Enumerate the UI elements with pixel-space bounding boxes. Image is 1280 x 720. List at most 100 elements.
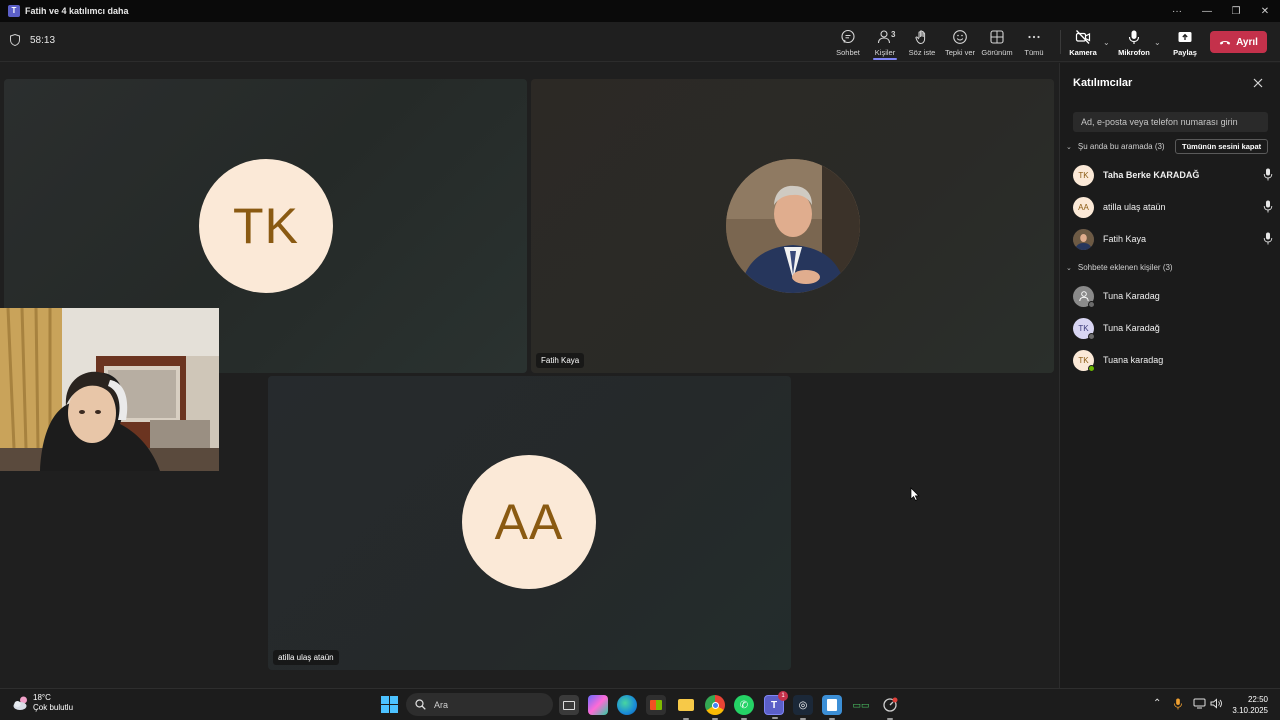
teams-icon[interactable]: T 1 bbox=[764, 691, 788, 719]
weather-desc: Çok bulutlu bbox=[33, 703, 74, 712]
microphone-icon bbox=[1128, 30, 1140, 44]
participant-avatar: AA bbox=[1073, 196, 1094, 218]
participant-name-tag: Fatih Kaya bbox=[536, 353, 585, 368]
participant-tile[interactable]: Fatih Kaya bbox=[531, 79, 1054, 373]
restore-button[interactable]: ❐ bbox=[1221, 0, 1251, 22]
participant-row[interactable]: TK Tuna Karadağ bbox=[1073, 316, 1273, 340]
more-options-icon[interactable]: ··· bbox=[1162, 0, 1192, 22]
webcam-image bbox=[0, 308, 219, 471]
participant-row[interactable]: Tuna Karadag bbox=[1073, 284, 1273, 308]
react-button[interactable]: Tepki ver bbox=[940, 26, 980, 60]
self-video-preview[interactable] bbox=[0, 308, 219, 471]
participant-photo-avatar bbox=[1073, 228, 1094, 250]
microphone-tray-icon[interactable] bbox=[1173, 698, 1183, 713]
microphone-icon[interactable] bbox=[1263, 200, 1273, 213]
participant-name-tag: atilla ulaş ataün bbox=[273, 650, 339, 665]
notepad-icon[interactable] bbox=[822, 695, 842, 720]
share-button[interactable]: Paylaş bbox=[1165, 26, 1205, 60]
title-bar: T Fatih ve 4 katılımcı daha ··· — ❐ ✕ bbox=[0, 0, 1280, 22]
show-hidden-icons-chevron-icon[interactable]: ⌃ bbox=[1153, 698, 1161, 709]
mic-button[interactable]: Mikrofon bbox=[1114, 26, 1154, 60]
ellipsis-icon bbox=[1028, 35, 1040, 39]
volume-icon[interactable] bbox=[1210, 698, 1223, 712]
share-screen-icon bbox=[1178, 32, 1192, 42]
grid-view-icon bbox=[990, 30, 1004, 44]
view-button[interactable]: Görünüm bbox=[977, 26, 1017, 60]
windows-start-icon[interactable] bbox=[381, 696, 398, 713]
participant-tile[interactable]: AA atilla ulaş ataün bbox=[268, 376, 791, 670]
minimize-button[interactable]: — bbox=[1192, 0, 1222, 22]
participant-avatar: TK bbox=[199, 159, 333, 293]
mic-label: Mikrofon bbox=[1118, 48, 1150, 57]
window-title: Fatih ve 4 katılımcı daha bbox=[25, 6, 129, 16]
participants-panel: Katılımcılar ⌄ Şu anda bu aramada (3) Tü… bbox=[1059, 63, 1280, 688]
chat-added-section-header[interactable]: ⌄ Sohbete eklenen kişiler (3) bbox=[1066, 263, 1173, 272]
leave-button[interactable]: Ayrıl bbox=[1210, 31, 1267, 53]
clock-date: 3.10.2025 bbox=[1232, 706, 1268, 715]
gauge-icon bbox=[883, 697, 898, 712]
store-icon[interactable] bbox=[646, 695, 666, 715]
notification-badge: 1 bbox=[778, 691, 788, 701]
in-call-section-header[interactable]: ⌄ Şu anda bu aramada (3) bbox=[1066, 142, 1165, 151]
microphone-icon[interactable] bbox=[1263, 168, 1273, 181]
xbox-game-bar-icon[interactable]: ▭▭ bbox=[851, 695, 871, 715]
meeting-toolbar: 58:13 Sohbet 3 Kişiler Söz iste Tepki ve… bbox=[0, 22, 1280, 62]
windows-taskbar: 18°C Çok bulutlu Ara ✆ T 1 ◎ ▭▭ ⌃ 22:50 … bbox=[0, 688, 1280, 720]
clock-time: 22:50 bbox=[1247, 695, 1268, 704]
react-label: Tepki ver bbox=[944, 48, 975, 57]
cloudy-weather-icon bbox=[13, 696, 27, 710]
participant-row[interactable]: AA atilla ulaş ataün bbox=[1073, 195, 1273, 219]
more-button[interactable]: Tümü bbox=[1014, 26, 1054, 60]
people-button[interactable]: 3 Kişiler bbox=[865, 26, 905, 60]
participant-row[interactable]: Fatih Kaya bbox=[1073, 227, 1273, 251]
participant-initials: TK bbox=[1078, 355, 1089, 365]
participant-name: Tuna Karadağ bbox=[1103, 323, 1160, 333]
participant-name: Tuna Karadag bbox=[1103, 291, 1160, 301]
presence-available-icon bbox=[1088, 364, 1095, 372]
participant-name: Tuana karadag bbox=[1103, 355, 1164, 365]
participant-avatar: AA bbox=[462, 455, 596, 589]
mute-all-button[interactable]: Tümünün sesini kapat bbox=[1175, 139, 1269, 154]
participant-initials: TK bbox=[1078, 323, 1089, 333]
network-icon[interactable] bbox=[1193, 698, 1206, 712]
camera-options-chevron-icon[interactable]: ⌄ bbox=[1103, 38, 1110, 47]
shield-icon bbox=[10, 34, 20, 46]
timer-text: 58:13 bbox=[30, 34, 56, 46]
chat-button[interactable]: Sohbet bbox=[828, 26, 868, 60]
raise-hand-button[interactable]: Söz iste bbox=[902, 26, 942, 60]
participant-avatar bbox=[1073, 285, 1095, 308]
chat-added-header-label: Sohbete eklenen kişiler (3) bbox=[1077, 263, 1173, 272]
share-label: Paylaş bbox=[1173, 48, 1197, 57]
file-explorer-icon[interactable] bbox=[676, 695, 696, 720]
task-view-icon[interactable] bbox=[559, 695, 579, 715]
participant-search-input[interactable] bbox=[1073, 112, 1268, 132]
people-count: 3 bbox=[891, 30, 896, 39]
edge-icon[interactable] bbox=[617, 695, 637, 715]
camera-button[interactable]: Kamera bbox=[1063, 26, 1103, 60]
close-icon[interactable] bbox=[1251, 76, 1265, 90]
whatsapp-icon[interactable]: ✆ bbox=[734, 695, 754, 720]
taskbar-search-label: Ara bbox=[434, 699, 449, 710]
performance-monitor-icon[interactable] bbox=[880, 695, 900, 720]
participant-avatar: TK bbox=[1073, 349, 1095, 372]
person-icon bbox=[1078, 291, 1089, 302]
chevron-down-icon: ⌄ bbox=[1066, 143, 1072, 151]
mic-options-chevron-icon[interactable]: ⌄ bbox=[1154, 38, 1161, 47]
close-window-button[interactable]: ✕ bbox=[1250, 0, 1280, 22]
meeting-timer: 58:13 bbox=[10, 34, 55, 46]
weather-widget[interactable]: 18°C Çok bulutlu bbox=[12, 693, 73, 713]
teams-icon: T bbox=[8, 5, 20, 17]
participant-row[interactable]: TK Taha Berke KARADAĞ bbox=[1073, 163, 1273, 187]
panel-title: Katılımcılar bbox=[1073, 77, 1133, 89]
chrome-icon[interactable] bbox=[705, 695, 725, 720]
copilot-icon[interactable] bbox=[588, 695, 608, 715]
participant-avatar: TK bbox=[1073, 164, 1094, 186]
hand-icon bbox=[915, 30, 926, 45]
steam-icon[interactable]: ◎ bbox=[793, 695, 813, 720]
taskbar-search[interactable]: Ara bbox=[406, 693, 553, 716]
microphone-icon[interactable] bbox=[1263, 232, 1273, 245]
person-photo-icon bbox=[726, 159, 860, 293]
toolbar-divider bbox=[1060, 30, 1061, 54]
system-clock[interactable]: 22:50 3.10.2025 bbox=[1228, 694, 1268, 716]
participant-row[interactable]: TK Tuana karadag bbox=[1073, 348, 1273, 372]
